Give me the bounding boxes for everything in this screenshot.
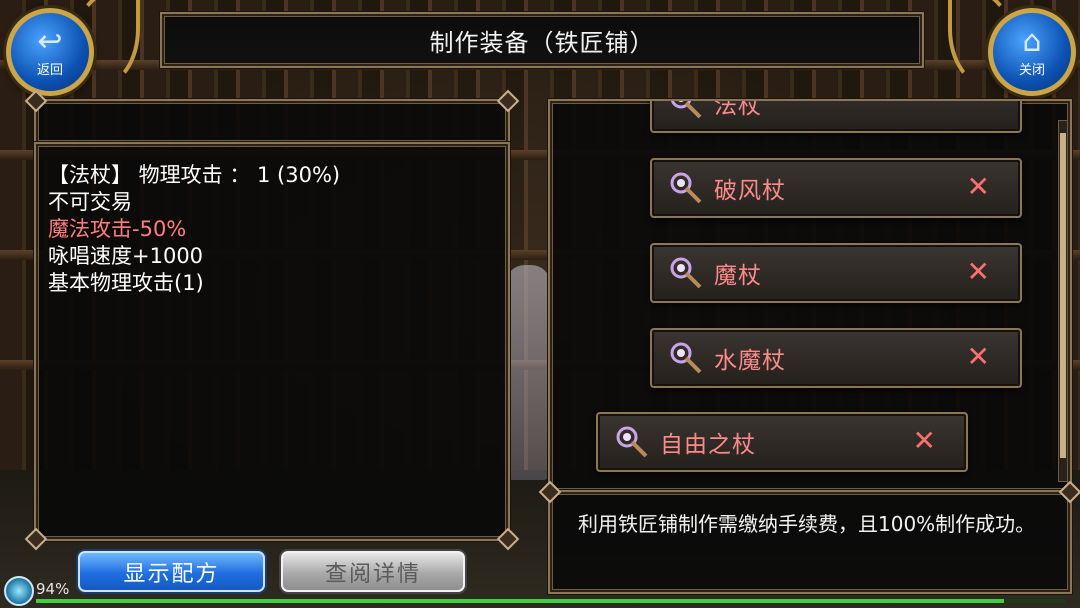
back-button-label: 返回	[36, 62, 63, 78]
view-details-button[interactable]: 查阅详情	[281, 551, 465, 592]
item-name: 破风杖	[714, 178, 786, 204]
close-icon: ✕	[966, 340, 990, 373]
home-icon: ⌂	[1022, 23, 1042, 59]
status-percent: 94%	[36, 580, 70, 598]
list-item[interactable]: 破风杖 ✕	[650, 158, 1022, 218]
list-item[interactable]: 自由之杖 ✕	[596, 412, 968, 472]
stat-line: 魔法攻击-50%	[48, 217, 187, 241]
progress-bar-fill	[36, 599, 1005, 603]
energy-orb-icon	[4, 576, 34, 606]
progress-bar	[36, 599, 1066, 603]
list-item[interactable]: 水魔杖 ✕	[650, 328, 1022, 388]
item-detail-panel: 【法杖】 物理攻击 ： 1 (30%) 不可交易 魔法攻击-50% 咏唱速度+1…	[24, 142, 520, 551]
close-icon: ✕	[966, 255, 990, 288]
stat-line: 【法杖】 物理攻击 ： 1 (30%)	[48, 163, 341, 187]
recipe-list-scrollbar[interactable]	[1058, 120, 1068, 482]
close-button-label: 关闭	[1018, 62, 1045, 78]
staff-icon	[614, 424, 650, 460]
character-figure	[505, 265, 551, 480]
list-item[interactable]: 魔杖 ✕	[650, 243, 1022, 303]
show-recipe-button[interactable]: 显示配方	[78, 551, 265, 592]
page-title: 制作装备（铁匠铺）	[429, 28, 655, 57]
staff-icon	[668, 170, 704, 206]
staff-icon	[668, 340, 704, 376]
close-icon: ✕	[966, 170, 990, 203]
item-name: 法杖	[714, 99, 762, 119]
close-button[interactable]: ⌂ 关闭	[988, 8, 1076, 96]
stat-line: 不可交易	[48, 190, 132, 214]
item-name: 自由之杖	[660, 432, 756, 458]
title-bar: 制作装备（铁匠铺）	[160, 12, 924, 68]
scrollbar-thumb[interactable]	[1060, 133, 1066, 458]
back-button[interactable]: ↩ 返回	[6, 8, 94, 96]
recipe-list-panel: 法杖 破风杖 ✕ 魔杖 ✕ 水魔杖 ✕ 自由之杖 ✕	[548, 99, 1072, 493]
description-text: 利用铁匠铺制作需缴纳手续费，且100%制作成功。	[578, 512, 1036, 536]
list-item[interactable]: 法杖	[650, 99, 1022, 133]
item-name: 魔杖	[714, 263, 762, 289]
back-arrow-icon: ↩	[37, 23, 63, 59]
item-stats: 【法杖】 物理攻击 ： 1 (30%) 不可交易 魔法攻击-50% 咏唱速度+1…	[48, 162, 340, 297]
stat-line: 基本物理攻击(1)	[48, 271, 204, 295]
item-name: 水魔杖	[714, 348, 786, 374]
item-header-panel	[24, 89, 520, 145]
staff-icon	[668, 101, 704, 121]
close-icon: ✕	[912, 424, 936, 457]
description-panel: 利用铁匠铺制作需缴纳手续费，且100%制作成功。	[538, 480, 1080, 594]
staff-icon	[668, 255, 704, 291]
stat-line: 咏唱速度+1000	[48, 244, 204, 268]
